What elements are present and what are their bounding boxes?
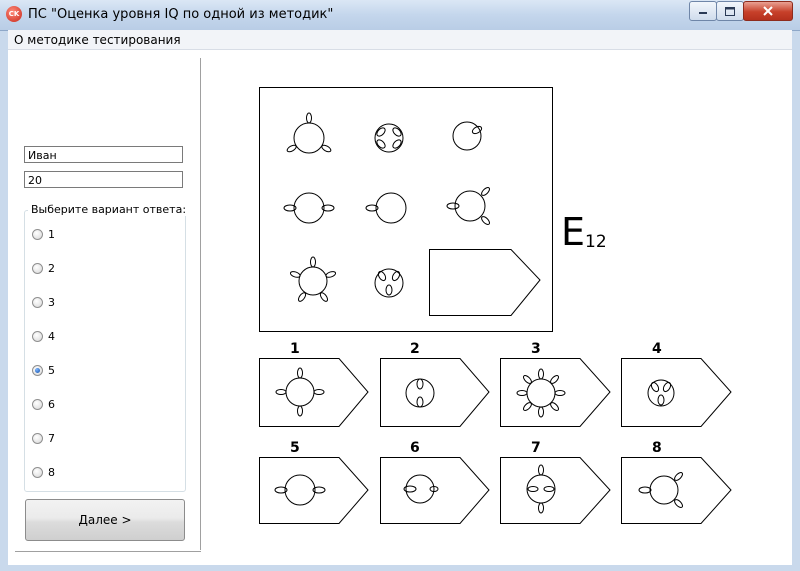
answer-frame-4 (621, 358, 732, 427)
matrix-cell-2-3 (446, 185, 492, 227)
answer-figure-4 (647, 379, 675, 407)
answer-figure-1 (275, 367, 325, 417)
answer-number-1: 1 (290, 341, 300, 357)
answer-figure-3 (516, 368, 566, 418)
answer-figure-6 (403, 474, 439, 504)
answer-number-6: 6 (410, 440, 420, 456)
puzzle-code-letter: E (561, 210, 586, 254)
answer-number-7: 7 (531, 440, 541, 456)
answer-frame-6 (380, 457, 490, 524)
answer-figure-5 (274, 474, 326, 506)
answer-figure-8 (638, 470, 685, 510)
window-bottom-border (0, 565, 800, 571)
answer-number-4: 4 (652, 341, 662, 357)
answer-number-5: 5 (290, 440, 300, 456)
puzzle-code: E12 (561, 210, 607, 254)
matrix-cell-1-1 (285, 112, 333, 154)
matrix-cell-2-2 (365, 192, 407, 224)
answer-frame-8 (621, 457, 732, 524)
puzzle-code-number: 12 (585, 232, 607, 252)
answer-number-2: 2 (410, 341, 420, 357)
answer-figure-2 (405, 378, 435, 408)
answer-number-3: 3 (531, 341, 541, 357)
answer-figure-7 (526, 464, 556, 514)
answer-frame-5 (259, 457, 369, 524)
puzzle-figure (259, 87, 732, 524)
answer-number-8: 8 (652, 440, 662, 456)
answer-frame-2 (380, 358, 490, 427)
matrix-cell-1-3 (452, 121, 483, 151)
matrix-cell-3-2 (374, 268, 404, 298)
matrix-cell-1-2 (374, 123, 404, 153)
matrix-cell-2-1 (283, 192, 335, 224)
matrix-cell-3-1 (289, 256, 337, 304)
matrix-empty-cell (429, 249, 541, 316)
